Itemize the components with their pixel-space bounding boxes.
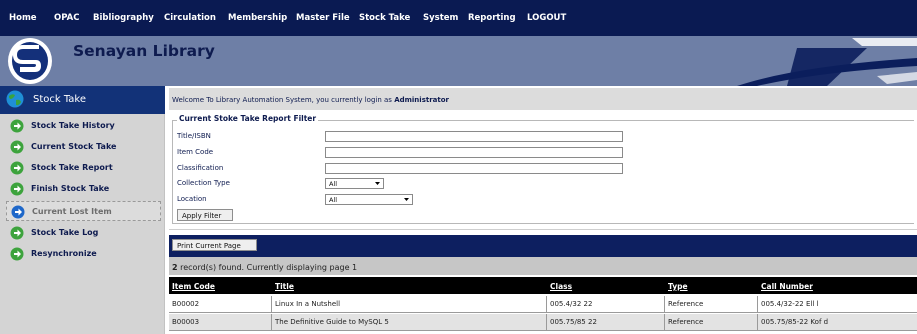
arrow-right-circle-icon: [10, 182, 24, 196]
cell-title: Linux In a Nutshell: [272, 296, 547, 313]
menu-stock-take[interactable]: Stock Take: [359, 13, 410, 23]
sidebar-item-label: Stock Take History: [31, 121, 115, 130]
cell-type: Reference: [665, 314, 758, 331]
sidebar-item-label: Stock Take Report: [31, 163, 113, 172]
arrow-right-circle-icon: [10, 140, 24, 154]
item-code-input[interactable]: [325, 147, 623, 158]
column-header-call-number[interactable]: Call Number: [761, 282, 813, 291]
sidebar-item-resynchronize[interactable]: Resynchronize: [6, 244, 161, 264]
menu-membership[interactable]: Membership: [228, 13, 287, 23]
filter-legend: Current Stoke Take Report Filter: [177, 114, 319, 123]
cell-call-number: 005.4/32-22 Ell l: [761, 300, 819, 308]
sidebar-item-label: Resynchronize: [31, 249, 97, 258]
cell-type: Reference: [665, 296, 758, 313]
location-select[interactable]: All: [325, 194, 413, 205]
print-bar: Print Current Page: [169, 235, 917, 257]
cell-item-code: B00002: [169, 296, 272, 313]
arrow-right-circle-icon: [10, 161, 24, 175]
sidebar-item-stock-take-report[interactable]: Stock Take Report: [6, 158, 161, 178]
column-header-class[interactable]: Class: [550, 282, 572, 291]
cell-class: 005.75/85 22: [547, 314, 665, 331]
sidebar-item-label: Current Lost Item: [32, 207, 112, 216]
chevron-down-icon: [404, 198, 409, 201]
classification-input[interactable]: [325, 163, 623, 174]
header-banner: Senayan Library: [0, 36, 917, 86]
column-header-item-code[interactable]: Item Code: [172, 282, 215, 291]
title-isbn-input[interactable]: [325, 131, 623, 142]
cell-class: 005.4/32 22: [547, 296, 665, 313]
sidebar-item-stock-take-history[interactable]: Stock Take History: [6, 116, 161, 136]
menu-opac[interactable]: OPAC: [54, 13, 80, 23]
top-menu-bar: Home OPAC Bibliography Circulation Membe…: [0, 0, 917, 36]
sidebar-header: Stock Take: [0, 86, 165, 114]
arrow-right-circle-icon: [10, 119, 24, 133]
apply-filter-label: Apply Filter: [182, 211, 222, 220]
menu-logout[interactable]: LOGOUT: [527, 13, 566, 23]
title-isbn-label: Title/ISBN: [177, 132, 211, 140]
cell-title: The Definitive Guide to MySQL 5: [272, 314, 547, 331]
site-title: Senayan Library: [73, 42, 215, 60]
sidebar-title: Stock Take: [33, 94, 87, 105]
welcome-message: Welcome To Library Automation System, yo…: [172, 96, 449, 104]
menu-reporting[interactable]: Reporting: [468, 13, 516, 23]
sidebar-item-label: Stock Take Log: [31, 228, 99, 237]
chevron-down-icon: [375, 182, 380, 185]
arrow-right-circle-icon: [11, 205, 25, 219]
sidebar-item-label: Finish Stock Take: [31, 184, 110, 193]
logged-in-user: Administrator: [394, 96, 449, 104]
banner-swoosh: [737, 38, 917, 86]
collection-type-select[interactable]: All: [325, 178, 384, 189]
arrow-right-circle-icon: [10, 247, 24, 261]
welcome-bar: Welcome To Library Automation System, yo…: [169, 88, 917, 110]
classification-label: Classification: [177, 164, 224, 172]
table-header-row: Item Code Title Class Type Call Number: [169, 277, 917, 294]
sidebar: Stock Take Stock Take History Current St…: [0, 86, 165, 334]
sidebar-item-stock-take-log[interactable]: Stock Take Log: [6, 223, 161, 243]
item-code-label: Item Code: [177, 148, 214, 156]
sidebar-item-current-stock-take[interactable]: Current Stock Take: [6, 137, 161, 157]
location-label: Location: [177, 195, 207, 203]
records-info-bar: 2 record(s) found. Currently displaying …: [169, 257, 917, 275]
menu-circulation[interactable]: Circulation: [164, 13, 216, 23]
filter-panel: Current Stoke Take Report Filter Title/I…: [169, 112, 917, 230]
menu-home[interactable]: Home: [9, 13, 37, 23]
location-value: All: [329, 196, 338, 204]
collection-type-label: Collection Type: [177, 179, 230, 187]
table-row: B00003 The Definitive Guide to MySQL 5 0…: [169, 314, 917, 331]
globe-icon: [6, 90, 24, 108]
senayan-logo: [8, 38, 52, 84]
print-current-page-button[interactable]: Print Current Page: [172, 239, 257, 251]
arrow-right-circle-icon: [10, 226, 24, 240]
filter-fieldset: Current Stoke Take Report Filter Title/I…: [172, 114, 914, 224]
records-text: record(s) found. Currently displaying pa…: [177, 263, 358, 272]
welcome-text: Welcome To Library Automation System, yo…: [172, 96, 395, 104]
column-header-title[interactable]: Title: [275, 282, 294, 291]
sidebar-item-label: Current Stock Take: [31, 142, 117, 151]
apply-filter-button[interactable]: Apply Filter: [177, 209, 233, 221]
menu-master-file[interactable]: Master File: [296, 13, 350, 23]
cell-item-code: B00003: [169, 314, 272, 331]
sidebar-item-finish-stock-take[interactable]: Finish Stock Take: [6, 179, 161, 199]
menu-bibliography[interactable]: Bibliography: [93, 13, 154, 23]
table-row: B00002 Linux In a Nutshell 005.4/32 22 R…: [169, 296, 917, 313]
sidebar-item-current-lost-item[interactable]: Current Lost Item: [6, 201, 161, 221]
collection-type-value: All: [329, 180, 338, 188]
records-info: 2 record(s) found. Currently displaying …: [172, 263, 357, 272]
column-header-type[interactable]: Type: [668, 282, 688, 291]
print-label: Print Current Page: [177, 241, 241, 250]
cell-call-number: 005.75/85-22 Kof d: [761, 318, 829, 326]
menu-system[interactable]: System: [423, 13, 458, 23]
